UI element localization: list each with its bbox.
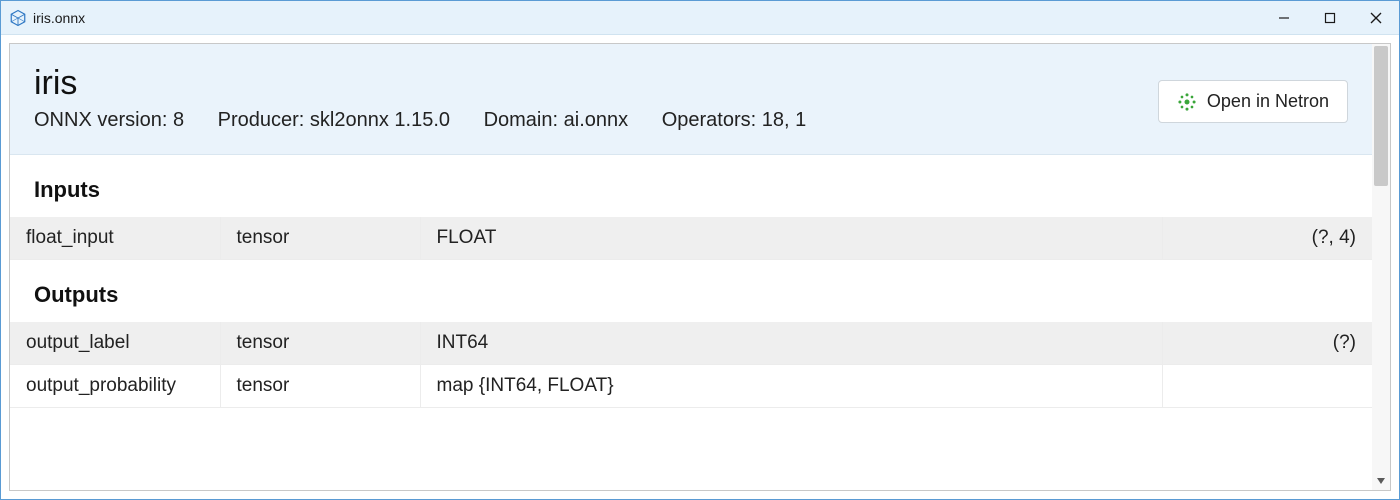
app-icon <box>9 9 27 27</box>
input-kind: tensor <box>220 217 420 260</box>
output-name: output_probability <box>10 365 220 408</box>
output-dtype: INT64 <box>420 322 1162 365</box>
table-row: output_probability tensor map {INT64, FL… <box>10 365 1372 408</box>
outputs-table: output_label tensor INT64 (?) output_pro… <box>10 322 1372 408</box>
window-title: iris.onnx <box>33 10 85 26</box>
output-shape: (?) <box>1162 322 1372 365</box>
model-header: iris ONNX version: 8 Producer: skl2onnx … <box>10 44 1372 155</box>
model-meta: ONNX version: 8 Producer: skl2onnx 1.15.… <box>34 109 834 132</box>
scroll-thumb[interactable] <box>1374 46 1388 186</box>
netron-icon <box>1177 92 1197 112</box>
onnx-version-label: ONNX version: <box>34 109 167 131</box>
input-shape: (?, 4) <box>1162 217 1372 260</box>
output-dtype: map {INT64, FLOAT} <box>420 365 1162 408</box>
operators-label: Operators: <box>662 109 756 131</box>
operators-value: 18, 1 <box>762 109 806 131</box>
input-dtype: FLOAT <box>420 217 1162 260</box>
table-row: float_input tensor FLOAT (?, 4) <box>10 217 1372 260</box>
main-panel: iris ONNX version: 8 Producer: skl2onnx … <box>9 43 1391 491</box>
minimize-button[interactable] <box>1261 1 1307 35</box>
titlebar: iris.onnx <box>1 1 1399 35</box>
outputs-heading: Outputs <box>10 260 1372 322</box>
scroll-down-icon[interactable] <box>1372 472 1390 490</box>
content: iris ONNX version: 8 Producer: skl2onnx … <box>10 44 1372 490</box>
output-kind: tensor <box>220 322 420 365</box>
client-area: iris ONNX version: 8 Producer: skl2onnx … <box>1 35 1399 499</box>
open-in-netron-label: Open in Netron <box>1207 91 1329 112</box>
app-window: iris.onnx iris ONNX version: 8 <box>0 0 1400 500</box>
output-name: output_label <box>10 322 220 365</box>
producer-label: Producer: <box>218 109 305 131</box>
domain-value: ai.onnx <box>564 109 629 131</box>
scrollbar[interactable] <box>1372 44 1390 490</box>
output-kind: tensor <box>220 365 420 408</box>
output-shape <box>1162 365 1372 408</box>
input-name: float_input <box>10 217 220 260</box>
model-name: iris <box>34 64 834 103</box>
onnx-version-value: 8 <box>173 109 184 131</box>
maximize-button[interactable] <box>1307 1 1353 35</box>
table-row: output_label tensor INT64 (?) <box>10 322 1372 365</box>
close-button[interactable] <box>1353 1 1399 35</box>
open-in-netron-button[interactable]: Open in Netron <box>1158 80 1348 123</box>
domain-label: Domain: <box>484 109 558 131</box>
inputs-table: float_input tensor FLOAT (?, 4) <box>10 217 1372 260</box>
producer-value: skl2onnx 1.15.0 <box>310 109 450 131</box>
inputs-heading: Inputs <box>10 155 1372 217</box>
